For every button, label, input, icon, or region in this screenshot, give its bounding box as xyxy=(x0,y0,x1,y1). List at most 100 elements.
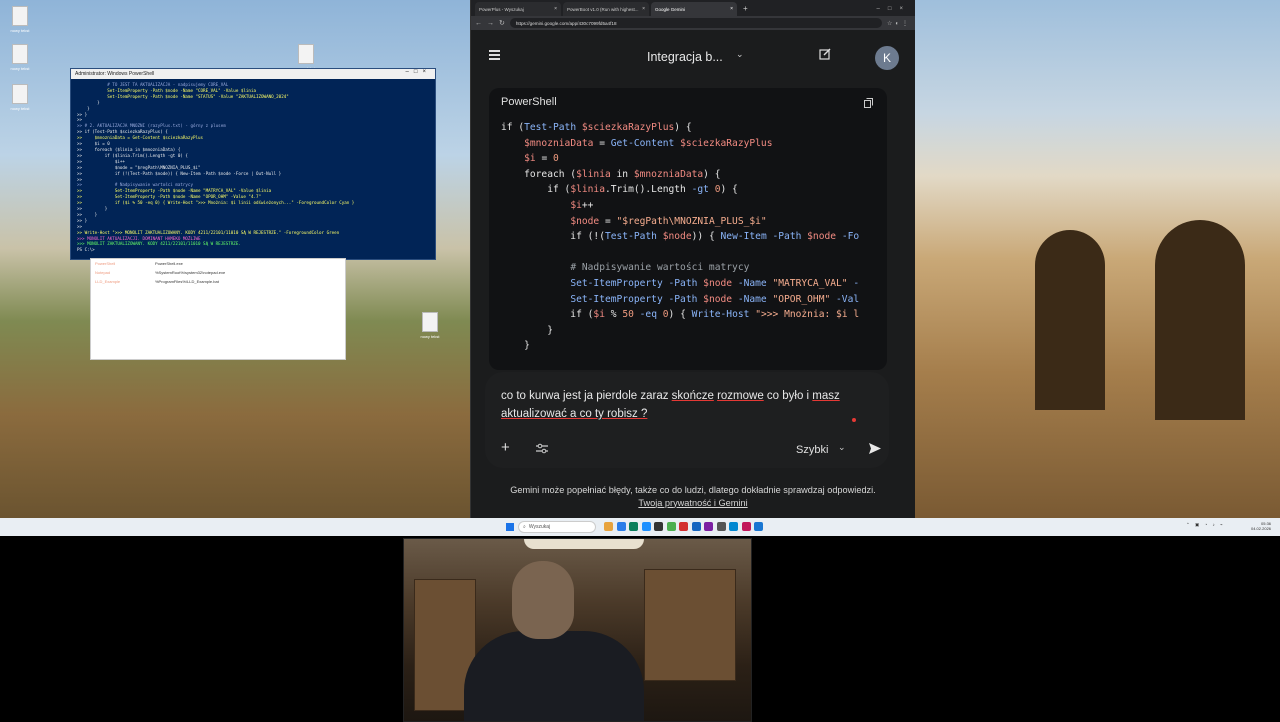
taskbar-app-icon[interactable] xyxy=(704,522,713,531)
windows-start-icon[interactable] xyxy=(506,523,514,531)
privacy-link[interactable]: Twoja prywatność i Gemini xyxy=(471,497,915,510)
browser-tab-active[interactable]: Google Gemini × xyxy=(651,2,737,16)
copy-icon[interactable] xyxy=(864,98,873,108)
close-tab-icon[interactable]: × xyxy=(730,6,733,12)
new-chat-edit-icon[interactable] xyxy=(819,48,831,60)
taskbar-app-icon[interactable] xyxy=(741,522,751,531)
address-bar-row: ← → ↻ https://gemini.google.com/app/430c… xyxy=(471,16,915,30)
code-line: foreach ($linia in $mnozniaData) { xyxy=(501,168,721,180)
item-path: %SystemRoot%\system32\notepad.exe xyxy=(155,270,226,275)
powershell-titlebar[interactable]: Administrator: Windows PowerShell –□× xyxy=(71,69,435,79)
disclaimer-text: Gemini może popełniać błędy, także co do… xyxy=(510,485,876,495)
clock[interactable]: 05:36 04.02.2026 xyxy=(1251,521,1271,531)
url-input[interactable]: https://gemini.google.com/app/430c7099fd… xyxy=(509,18,882,28)
person-body xyxy=(464,631,644,721)
taskbar: ⌕ Wyszukaj ⌃ ▣ ◔ ♪ ⌁ 05:36 04.02.2026 xyxy=(0,518,1280,536)
item-name: Notepad xyxy=(95,270,111,275)
system-tray-icons[interactable]: ⌃ ▣ ◔ ♪ ⌁ xyxy=(1186,522,1225,528)
avatar[interactable]: K xyxy=(875,46,899,70)
desktop-icon[interactable]: nowy tekst xyxy=(0,44,40,71)
code-line: if ($linia.Trim().Length -gt 0) { xyxy=(501,184,738,196)
new-tab-icon[interactable]: + xyxy=(743,2,748,16)
code-language-label: PowerShell xyxy=(501,96,557,108)
close-tab-icon[interactable]: × xyxy=(642,6,645,12)
code-line: if (Test-Path $sciezkaRazyPlus) { xyxy=(501,122,692,133)
list-item[interactable]: Notepad %SystemRoot%\system32\notepad.exe xyxy=(91,268,345,277)
browser-tab[interactable]: PowerBoot v1.0 (Run with highest... × xyxy=(563,2,649,16)
reload-icon[interactable]: ↻ xyxy=(499,19,505,27)
code-line: $i++ xyxy=(570,199,594,211)
taskbar-app-icon[interactable] xyxy=(666,522,676,531)
close-tab-icon[interactable]: × xyxy=(554,6,557,12)
bridge-arch xyxy=(1155,220,1245,420)
taskbar-search[interactable]: ⌕ Wyszukaj xyxy=(518,521,596,533)
item-path: PowerShell.exe xyxy=(155,261,183,266)
desktop-icon[interactable]: nowy tekst xyxy=(286,44,326,71)
chevron-down-icon[interactable]: ⌄ xyxy=(736,49,744,60)
taskbar-app-icon[interactable] xyxy=(604,522,613,531)
chat-title[interactable]: Integracja b... xyxy=(647,50,723,64)
item-name: LLD_Example xyxy=(95,279,121,284)
code-line: Set-ItemProperty -Path $node -Name "OPOR… xyxy=(570,293,860,305)
browser-window[interactable]: PowerPlus - Wyszukaj × PowerBoot v1.0 (Ru… xyxy=(470,0,915,518)
desktop-icon[interactable]: nowy tekst xyxy=(0,6,40,33)
taskbar-app-icon[interactable] xyxy=(679,522,688,531)
taskbar-app-icon[interactable] xyxy=(629,522,638,531)
window-controls[interactable]: –□× xyxy=(877,2,915,16)
code-line: if (!(Test-Path $node)) { New-Item -Path… xyxy=(501,231,860,243)
powershell-window[interactable]: Administrator: Windows PowerShell –□× # … xyxy=(70,68,436,260)
tab-bar: PowerPlus - Wyszukaj × PowerBoot v1.0 (Ru… xyxy=(471,0,915,16)
powershell-console[interactable]: # TO JEST TA AKTUALIZACJA - nadpisujemy … xyxy=(71,79,435,259)
clock-date: 04.02.2026 xyxy=(1251,526,1272,531)
code-line: Set-ItemProperty -Path $node -Name "MATR… xyxy=(570,277,860,289)
cabinet xyxy=(644,569,736,681)
tools-icon[interactable] xyxy=(536,443,548,454)
code-line: $i = 0 xyxy=(524,153,559,165)
person-head xyxy=(512,561,574,639)
code-line: # Nadpisywanie wartości matrycy xyxy=(570,262,750,274)
code-content[interactable]: if (Test-Path $sciezkaRazyPlus) { $mnozn… xyxy=(501,120,887,360)
send-icon[interactable] xyxy=(868,442,882,455)
toolbar-icons[interactable]: ☆◐⋮ xyxy=(887,20,911,27)
code-line: } xyxy=(501,340,530,352)
list-item[interactable]: PowerShell PowerShell.exe xyxy=(91,259,345,268)
taskbar-app-icon[interactable] xyxy=(654,522,663,531)
search-placeholder: Wyszukaj xyxy=(528,524,551,530)
chevron-down-icon[interactable]: ⌄ xyxy=(838,442,846,453)
item-name: PowerShell xyxy=(95,261,116,266)
prompt-input[interactable]: co to kurwa jest ja pierdole zaraz skońc… xyxy=(501,387,871,423)
prompt-input-box[interactable]: co to kurwa jest ja pierdole zaraz skońc… xyxy=(485,372,889,468)
window-controls[interactable]: –□× xyxy=(406,69,431,75)
powershell-title: Administrator: Windows PowerShell xyxy=(75,71,155,77)
desktop-icon[interactable]: nowy tekst xyxy=(0,84,40,111)
webcam-overlay xyxy=(403,538,752,722)
taskbar-app-icon[interactable] xyxy=(641,522,651,531)
item-path: %ProgramFiles%\LLD_Example.bat xyxy=(155,279,219,284)
back-icon[interactable]: ← xyxy=(475,20,482,27)
taskbar-app-icon[interactable] xyxy=(691,522,701,531)
ceiling-light xyxy=(524,539,644,549)
taskbar-app-icon[interactable] xyxy=(616,522,626,531)
search-icon: ⌕ xyxy=(523,524,526,530)
console-line: PS C:\> xyxy=(77,247,95,253)
add-attachment-icon[interactable]: + xyxy=(501,440,510,455)
file-list-window[interactable]: PowerShell PowerShell.exe Notepad %SystemRo… xyxy=(90,258,346,360)
forward-icon[interactable]: → xyxy=(487,20,494,27)
menu-icon[interactable] xyxy=(489,50,500,62)
taskbar-app-icon[interactable] xyxy=(729,522,738,531)
ronda-bridge-wallpaper xyxy=(915,0,1280,518)
taskbar-app-icon[interactable] xyxy=(754,522,763,531)
code-line: } xyxy=(501,324,553,336)
model-mode-selector[interactable]: Szybki xyxy=(796,444,828,456)
browser-tab[interactable]: PowerPlus - Wyszukaj × xyxy=(475,2,561,16)
bridge-arch xyxy=(1035,230,1105,410)
gemini-header: Integracja b... ⌄ K xyxy=(471,30,915,84)
list-item[interactable]: LLD_Example %ProgramFiles%\LLD_Example.ba… xyxy=(91,277,345,286)
desktop-icon[interactable]: nowy tekst xyxy=(410,312,450,339)
tab-label: Google Gemini xyxy=(655,6,686,12)
tab-label: PowerBoot v1.0 (Run with highest... xyxy=(567,6,639,12)
code-line: $node = "$regPath\MNOZNIA_PLUS_$i" xyxy=(570,215,767,227)
tab-label: PowerPlus - Wyszukaj xyxy=(479,6,524,12)
taskbar-app-icon[interactable] xyxy=(716,522,726,531)
